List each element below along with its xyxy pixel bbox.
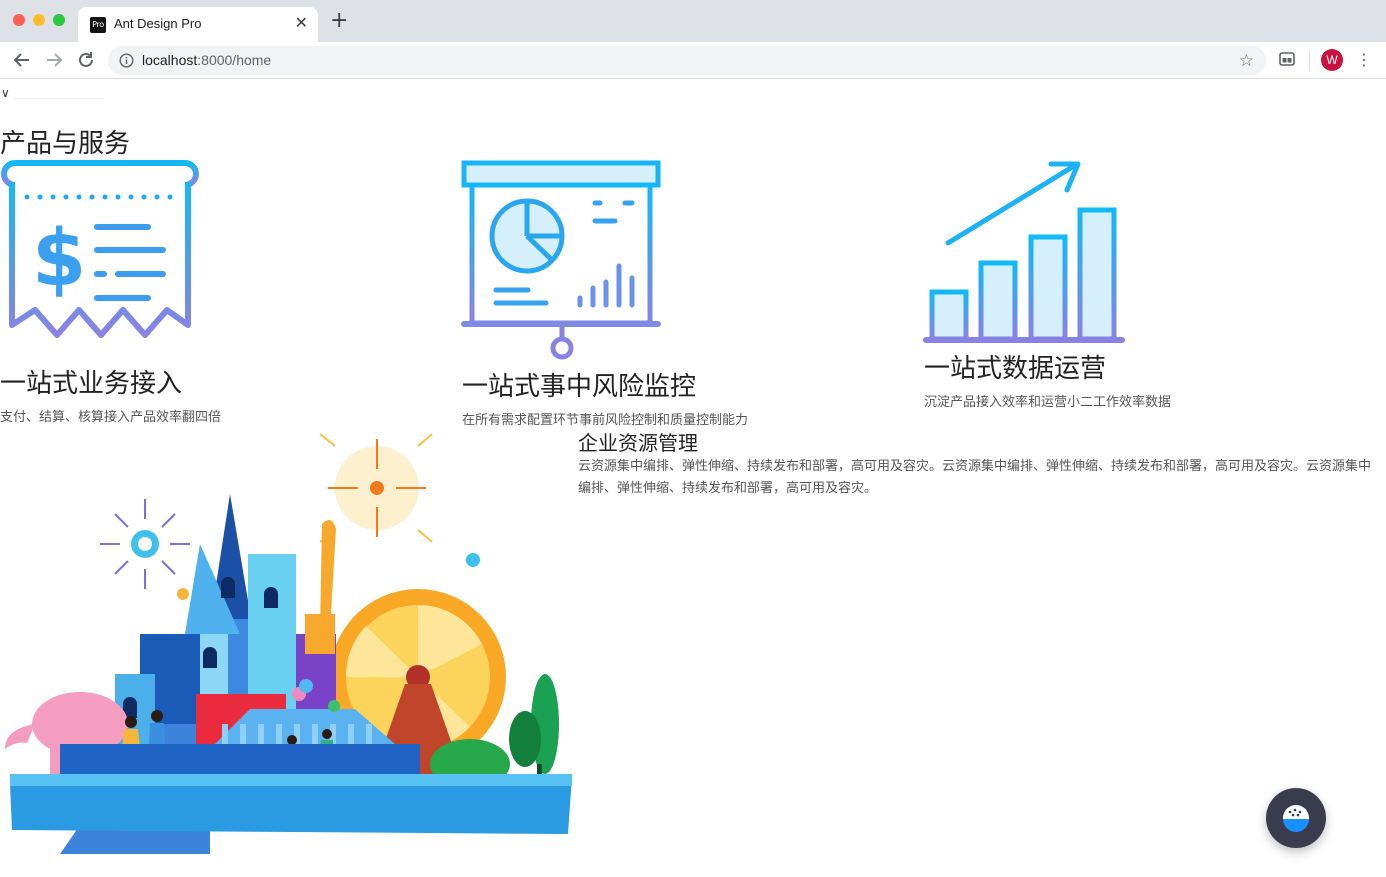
profile-avatar[interactable]: W — [1321, 49, 1343, 71]
browser-tab[interactable]: Pro Ant Design Pro ✕ — [78, 7, 318, 42]
section-title: 产品与服务 — [0, 129, 131, 159]
erp-desc: 云资源集中编排、弹性伸缩、持续发布和部署，高可用及容灾。云资源集中编排、弹性伸缩… — [578, 459, 1372, 496]
tab-title: Ant Design Pro — [114, 16, 202, 31]
browser-menu-icon[interactable]: ⋮ — [1356, 50, 1372, 70]
toolbar-separator — [1309, 51, 1310, 71]
tab-favicon-icon: Pro — [90, 17, 106, 33]
new-tab-icon[interactable]: + — [330, 10, 348, 32]
site-info-icon[interactable] — [119, 53, 134, 68]
placeholder-divider — [14, 98, 104, 99]
browser-tabstrip: Pro Ant Design Pro ✕ + — [0, 0, 1386, 42]
forward-arrow-icon[interactable] — [43, 49, 65, 71]
extension-icon[interactable] — [1279, 51, 1295, 67]
feature-business-access: 一站式业务接入 支付、结算、核算接入产品效率翻四倍 — [0, 363, 221, 425]
svg-text:$: $ — [32, 214, 86, 304]
maximize-window-button[interactable] — [53, 14, 65, 26]
page-content: ∨ 产品与服务 $ 一站式业务接入 支付、结算、核算接入产品效率翻四倍 一站式事… — [0, 80, 1386, 877]
browser-toolbar: localhost:8000/home ☆ W ⋮ — [0, 42, 1386, 79]
bookmark-star-icon[interactable]: ☆ — [1239, 51, 1254, 71]
close-window-button[interactable] — [13, 14, 25, 26]
tab-close-icon[interactable]: ✕ — [295, 13, 308, 32]
presentation-chart-icon — [461, 160, 661, 360]
feature-desc: 沉淀产品接入效率和运营小二工作效率数据 — [924, 395, 1172, 410]
firework-left-icon — [100, 499, 190, 589]
url-text[interactable]: localhost:8000/home — [142, 52, 271, 68]
url-path: :8000/home — [197, 52, 272, 68]
erp-title: 企业资源管理 — [578, 431, 698, 455]
reload-icon[interactable] — [75, 49, 97, 71]
receipt-icon: $ — [1, 160, 199, 338]
feature-title: 一站式数据运营 — [924, 354, 1107, 384]
feature-risk-monitoring: 一站式事中风险监控 在所有需求配置环节事前风险控制和质量控制能力 — [462, 366, 748, 428]
feature-title: 一站式业务接入 — [0, 369, 183, 399]
setting-drawer-icon — [1283, 805, 1309, 832]
growth-bar-chart-icon — [923, 161, 1125, 343]
firework-right-icon — [319, 433, 433, 543]
address-bar[interactable]: localhost:8000/home ☆ — [108, 46, 1266, 75]
giraffe-icon — [305, 520, 336, 654]
amusement-park-illustration — [5, 433, 572, 854]
collapse-chevron-icon[interactable]: ∨ — [1, 86, 10, 100]
url-host: localhost — [142, 52, 198, 68]
minimize-window-button[interactable] — [33, 14, 45, 26]
feature-title: 一站式事中风险监控 — [462, 372, 697, 402]
feature-data-operation: 一站式数据运营 沉淀产品接入效率和运营小二工作效率数据 — [924, 348, 1171, 410]
floating-action-button[interactable] — [1266, 788, 1326, 848]
back-arrow-icon[interactable] — [11, 49, 33, 71]
feature-desc: 支付、结算、核算接入产品效率翻四倍 — [0, 410, 222, 425]
